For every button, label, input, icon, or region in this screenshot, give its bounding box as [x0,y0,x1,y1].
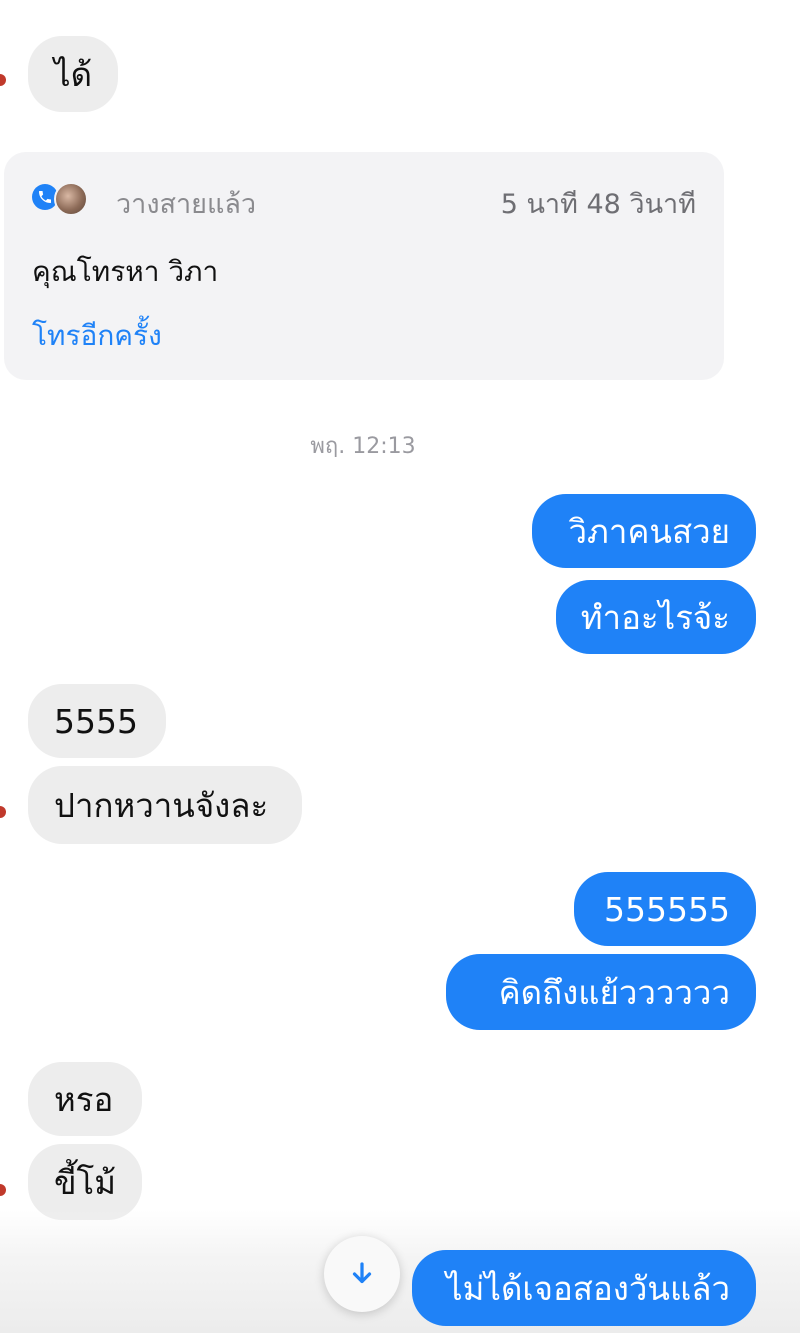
call-icons [32,182,92,216]
call-again-link[interactable]: โทรอีกครั้ง [32,314,162,358]
message-text: หรอ [54,1079,114,1119]
incoming-message[interactable]: ได้ [28,36,119,112]
call-summary-card[interactable]: วางสายแล้ว 5 นาที 48 วินาที คุณโทรหา วิภ… [4,152,724,380]
message-text: ไม่ได้เจอสองวันแล้ว [446,1268,730,1308]
chat-thread: ได้ วางสายแล้ว 5 นาที 48 วินาที คุณโทรหา… [0,0,800,1333]
call-duration: 5 นาที 48 วินาที [500,189,696,220]
message-text: วิภาคนสวย [568,511,730,551]
incoming-message[interactable]: ปากหวานจังละ [28,766,302,844]
message-text: 555555 [604,889,730,929]
message-text: ทำอะไรจ้ะ [580,597,730,637]
outgoing-message[interactable]: ทำอะไรจ้ะ [556,580,756,654]
message-text: ได้ [54,54,93,94]
incoming-message[interactable]: หรอ [28,1062,142,1136]
message-text: 5555 [54,701,138,741]
outgoing-message[interactable]: ไม่ได้เจอสองวันแล้ว [412,1250,756,1326]
message-text: คิดถึงแย้วววววว [498,972,730,1012]
arrow-down-icon [352,1262,372,1284]
call-status: วางสายแล้ว [116,189,257,220]
outgoing-message[interactable]: คิดถึงแย้วววววว [446,954,756,1030]
sender-avatar-edge [0,1184,6,1196]
message-timestamp: พฤ. 12:13 [310,434,416,459]
message-text: ปากหวานจังละ [54,785,269,825]
sender-avatar-edge [0,74,6,86]
incoming-message[interactable]: 5555 [28,684,166,758]
sender-avatar-edge [0,806,6,818]
call-title: คุณโทรหา วิภา [32,255,219,288]
outgoing-message[interactable]: วิภาคนสวย [532,494,756,568]
avatar [54,182,88,216]
scroll-to-bottom-button[interactable] [324,1236,400,1312]
incoming-message[interactable]: ขี้โม้ [28,1144,142,1220]
outgoing-message[interactable]: 555555 [574,872,756,946]
message-text: ขี้โม้ [54,1162,117,1202]
